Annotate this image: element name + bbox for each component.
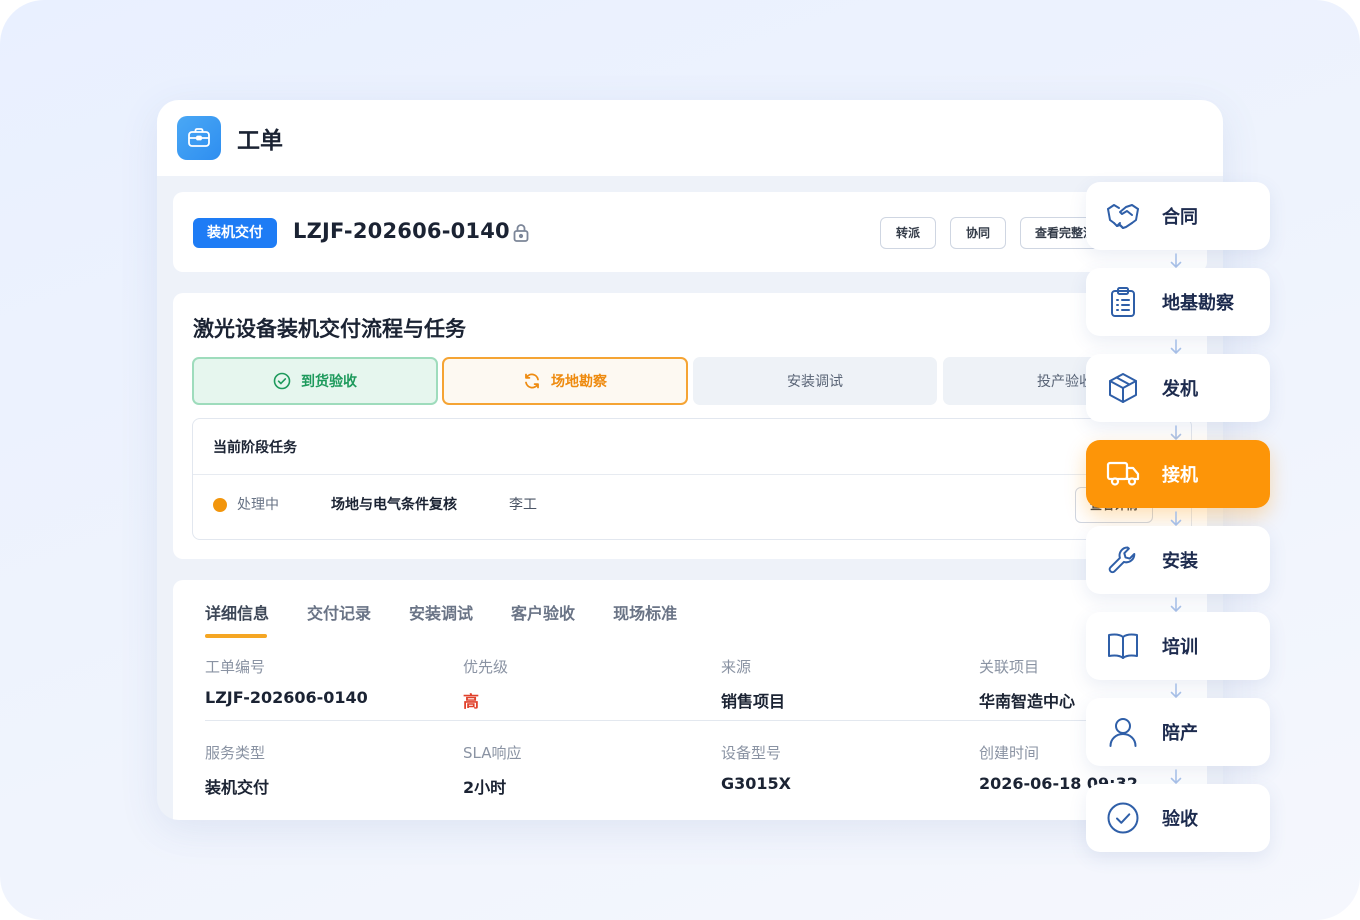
refresh-icon: [523, 372, 541, 390]
handshake-icon: [1106, 199, 1140, 233]
window-header: 工单: [157, 100, 1223, 176]
step-training[interactable]: 培训: [1086, 612, 1270, 680]
tab-site-standards[interactable]: 现场标准: [613, 600, 677, 638]
field-order-number: 工单编号 LZJF-202606-0140: [205, 658, 368, 707]
field-service-type: 服务类型 装机交付: [205, 744, 270, 797]
user-icon: [1106, 715, 1140, 749]
stage-label: 投产验收: [1037, 374, 1093, 390]
lock-icon: [513, 224, 529, 242]
tab-installation[interactable]: 安装调试: [409, 600, 473, 638]
field-source: 来源 销售项目: [721, 658, 786, 711]
field-related-project: 关联项目 华南智造中心: [979, 658, 1076, 711]
clipboard-icon: [1106, 285, 1140, 319]
step-production-support[interactable]: 陪产: [1086, 698, 1270, 766]
order-number: LZJF-202606-0140: [293, 219, 510, 243]
wrench-icon: [1106, 543, 1140, 577]
flow-and-tasks-card: 激光设备装机交付流程与任务 到货验收 场地勘察 安装调试 投产验收 当前阶段任务: [173, 293, 1207, 559]
transfer-button[interactable]: 转派: [880, 217, 936, 249]
tab-delivery-records[interactable]: 交付记录: [307, 600, 371, 638]
check-circle-icon: [273, 372, 291, 390]
truck-icon: [1106, 457, 1140, 491]
field-sla: SLA响应 2小时: [463, 744, 522, 797]
tab-customer-acceptance[interactable]: 客户验收: [511, 600, 575, 638]
divider: [193, 474, 1191, 475]
work-order-window: 工单 装机交付 LZJF-202606-0140 转派 协同 查看完整流程 激光…: [157, 100, 1223, 820]
order-type-badge: 装机交付: [193, 218, 277, 248]
field-priority: 优先级 高: [463, 658, 509, 711]
detail-tabs: 详细信息 交付记录 安装调试 客户验收 现场标准: [205, 600, 715, 638]
book-icon: [1106, 629, 1140, 663]
stage-site-survey[interactable]: 场地勘察: [442, 357, 688, 405]
flow-title: 激光设备装机交付流程与任务: [193, 317, 466, 341]
status-dot: [213, 498, 227, 512]
briefcase-icon: [177, 116, 221, 160]
current-task-heading: 当前阶段任务: [213, 440, 297, 456]
collaborate-button[interactable]: 协同: [950, 217, 1006, 249]
stage-installation[interactable]: 安装调试: [693, 357, 937, 405]
stage-label: 到货验收: [301, 374, 357, 390]
detail-info-card: 详细信息 交付记录 安装调试 客户验收 现场标准 工单编号 LZJF-20260…: [173, 580, 1207, 820]
field-device-model: 设备型号 G3015X: [721, 744, 791, 793]
tab-details[interactable]: 详细信息: [205, 600, 269, 638]
step-foundation-survey[interactable]: 地基勘察: [1086, 268, 1270, 336]
step-receive-machine[interactable]: 接机: [1086, 440, 1270, 508]
stage-arrival-inspection[interactable]: 到货验收: [192, 357, 438, 405]
step-install[interactable]: 安装: [1086, 526, 1270, 594]
task-status: 处理中: [237, 497, 279, 513]
current-task-panel: 当前阶段任务 处理中 场地与电气条件复核 李工 查看详情: [192, 418, 1192, 540]
page-title: 工单: [237, 128, 283, 154]
step-contract[interactable]: 合同: [1086, 182, 1270, 250]
step-acceptance[interactable]: 验收: [1086, 784, 1270, 852]
step-ship-machine[interactable]: 发机: [1086, 354, 1270, 422]
package-icon: [1106, 371, 1140, 405]
task-name: 场地与电气条件复核: [331, 497, 457, 513]
divider: [205, 720, 1185, 721]
task-owner: 李工: [509, 497, 537, 513]
stage-label: 安装调试: [787, 374, 843, 390]
stage-label: 场地勘察: [551, 374, 607, 390]
check-circle-icon: [1106, 801, 1140, 835]
order-summary-bar: 装机交付 LZJF-202606-0140 转派 协同 查看完整流程: [173, 192, 1207, 272]
